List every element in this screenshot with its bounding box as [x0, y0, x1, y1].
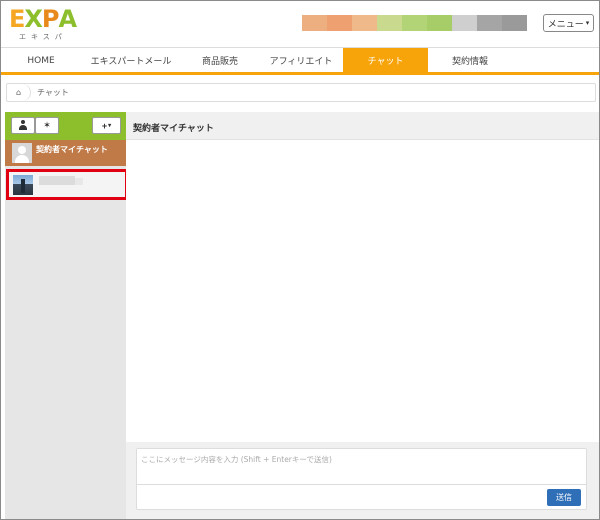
sidebar-toolbar: ✶ + ▾	[5, 112, 126, 140]
tab-chat[interactable]: チャット	[343, 48, 428, 73]
chat-list-item-label: 契約者マイチャット	[36, 145, 108, 154]
color-swatch	[452, 15, 477, 31]
chevron-down-icon: ▾	[585, 19, 590, 27]
chat-sidebar: ✶ + ▾ 契約者マイチャット	[5, 112, 128, 519]
avatar	[13, 175, 33, 195]
tab-contract-info[interactable]: 契約情報	[428, 48, 512, 73]
color-swatch	[402, 15, 427, 31]
compose-box: 送信	[136, 448, 587, 510]
chat-page: E X P A エキスパ メニュー ▾ HOME エキスパートメール 商品販売 …	[0, 0, 600, 520]
chat-list-item-selected[interactable]	[6, 169, 128, 200]
user-filter-button[interactable]	[11, 117, 35, 134]
send-button[interactable]: 送信	[547, 489, 581, 506]
message-area[interactable]	[126, 140, 599, 442]
compose-area: 送信	[126, 442, 599, 519]
add-chat-button[interactable]: + ▾	[92, 117, 121, 134]
tab-home[interactable]: HOME	[1, 48, 81, 73]
chat-header: 契約者マイチャット	[126, 112, 599, 140]
menu-button[interactable]: メニュー ▾	[543, 14, 594, 32]
tab-product-sales[interactable]: 商品販売	[181, 48, 259, 73]
logo-letter-a: A	[58, 5, 78, 33]
group-filter-button[interactable]: ✶	[35, 117, 59, 134]
logo-letter-e: E	[9, 5, 25, 33]
color-swatch	[427, 15, 452, 31]
color-swatch	[377, 15, 402, 31]
expa-logo[interactable]: E X P A エキスパ	[9, 7, 89, 43]
user-icon	[18, 120, 28, 131]
breadcrumb: ⌂ チャット	[6, 83, 596, 102]
color-swatch	[502, 15, 527, 31]
app-header: E X P A エキスパ メニュー ▾	[1, 1, 599, 47]
color-swatch	[477, 15, 502, 31]
color-swatch	[352, 15, 377, 31]
logo-subtitle: エキスパ	[19, 33, 67, 41]
chat-title: 契約者マイチャット	[133, 124, 214, 134]
tab-affiliate[interactable]: アフィリエイト	[259, 48, 343, 73]
home-icon[interactable]: ⌂	[7, 84, 31, 101]
chevron-down-icon: ▾	[108, 123, 112, 129]
color-bar	[302, 15, 527, 31]
people-icon: ✶	[43, 120, 51, 130]
color-swatch	[327, 15, 352, 31]
logo-letters: E X P A	[9, 7, 89, 31]
logo-letter-x: X	[24, 5, 42, 33]
breadcrumb-current: チャット	[37, 88, 69, 97]
tab-expert-mail[interactable]: エキスパートメール	[81, 48, 181, 73]
chat-list-item-my-chat[interactable]: 契約者マイチャット	[5, 140, 126, 166]
default-avatar-icon	[12, 143, 32, 163]
message-input[interactable]	[137, 449, 586, 485]
plus-icon: +	[101, 120, 108, 131]
blurred-chat-name	[39, 176, 83, 185]
color-swatch	[302, 15, 327, 31]
main-nav: HOME エキスパートメール 商品販売 アフィリエイト チャット 契約情報	[1, 47, 599, 75]
logo-letter-p: P	[41, 5, 60, 33]
menu-button-label: メニュー	[547, 19, 584, 30]
